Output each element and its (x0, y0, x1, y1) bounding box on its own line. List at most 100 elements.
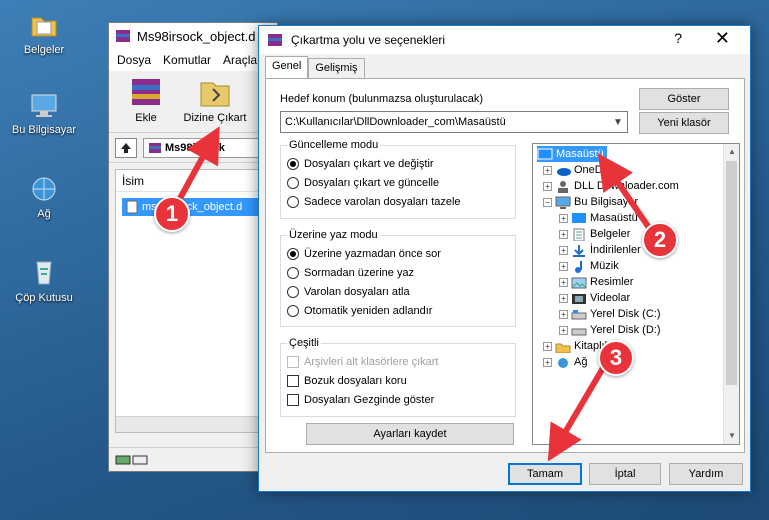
desktop-icon-label: Çöp Kutusu (15, 292, 73, 304)
add-label: Ekle (135, 112, 157, 124)
chevron-down-icon[interactable]: ▼ (609, 117, 627, 128)
expand-icon[interactable]: + (559, 325, 568, 335)
address-text: Ms98irsock (165, 141, 225, 154)
cancel-button[interactable]: İptal (589, 463, 661, 485)
update-option-replace[interactable]: Dosyaları çıkart ve değiştir (287, 158, 434, 170)
tree-item-documents[interactable]: + Belgeler (559, 226, 630, 242)
destination-combobox[interactable]: C:\Kullanıcılar\DllDownloader_com\Masaüs… (280, 111, 628, 133)
tree-item-this-pc[interactable]: − Bu Bilgisayar (543, 194, 638, 210)
menu-tools[interactable]: Araçla (223, 53, 257, 67)
recycle-bin-icon (36, 261, 52, 285)
help-title-button[interactable]: ? (674, 30, 682, 46)
tree-item-drive-d[interactable]: + Yerel Disk (D:) (559, 322, 661, 338)
destination-label: Hedef konum (bulunmazsa oluşturulacak) (280, 93, 483, 105)
tree-item-network[interactable]: + Ağ (543, 354, 587, 370)
tree-item-pictures[interactable]: + Resimler (559, 274, 633, 290)
general-panel: Hedef konum (bulunmazsa oluşturulacak) C… (265, 78, 745, 453)
desktop-icon-documents[interactable]: Belgeler (6, 10, 82, 56)
winrar-statusbar (109, 447, 277, 471)
radio-button[interactable] (287, 286, 299, 298)
checkbox (287, 356, 299, 368)
file-row[interactable]: ms98irsock_object.d (122, 198, 276, 216)
expand-icon[interactable]: + (559, 229, 568, 239)
expand-icon[interactable]: + (559, 293, 568, 303)
radio-button[interactable] (287, 196, 299, 208)
tree-item-onedrive[interactable]: + OneDrive (543, 162, 620, 178)
tab-general[interactable]: Genel (265, 56, 309, 78)
tree-item-label: Masaüstü (590, 212, 638, 224)
tab-advanced[interactable]: Gelişmiş (308, 58, 365, 78)
menu-commands[interactable]: Komutlar (163, 53, 211, 67)
step-badge-1: 1 (154, 196, 190, 232)
expand-icon[interactable]: + (559, 261, 568, 271)
desktop-icon-recycle-bin[interactable]: Çöp Kutusu (6, 256, 82, 304)
tree-item-drive-c[interactable]: + Yerel Disk (C:) (559, 306, 661, 322)
overwrite-option-ask[interactable]: Üzerine yazmadan önce sor (287, 248, 441, 260)
collapse-icon[interactable]: − (543, 197, 552, 207)
close-icon[interactable]: ✕ (715, 28, 730, 49)
overwrite-option-without-prompt[interactable]: Sormadan üzerine yaz (287, 267, 414, 279)
archive-icon (149, 142, 161, 153)
option-label: Dosyaları çıkart ve değiştir (304, 158, 434, 170)
folder-tree[interactable]: Masaüstü + OneDrive + DLL Downloader.com… (532, 143, 740, 445)
menu-file[interactable]: Dosya (117, 53, 151, 67)
scroll-up-icon[interactable]: ▲ (724, 144, 739, 160)
update-option-update[interactable]: Dosyaları çıkart ve güncelle (287, 177, 439, 189)
tree-item-label: Videolar (590, 292, 631, 304)
desktop-icon-network[interactable]: Ağ (6, 174, 82, 220)
tree-item-user[interactable]: + DLL Downloader.com (543, 178, 679, 194)
show-button[interactable]: Göster (639, 88, 729, 110)
misc-option-keep-broken[interactable]: Bozuk dosyaları koru (287, 375, 407, 387)
radio-button[interactable] (287, 177, 299, 189)
desktop-icon-this-pc[interactable]: Bu Bilgisayar (6, 92, 82, 136)
winrar-addressbar: Ms98irsock (109, 133, 277, 163)
tree-item-downloads[interactable]: + İndirilenler (559, 242, 641, 258)
radio-button[interactable] (287, 267, 299, 279)
radio-button[interactable] (287, 305, 299, 317)
tree-item-videos[interactable]: + Videolar (559, 290, 630, 306)
expand-icon[interactable]: + (543, 341, 552, 351)
tree-item-pc-desktop[interactable]: + Masaüstü (559, 210, 638, 226)
save-settings-button[interactable]: Ayarları kaydet (306, 423, 514, 445)
expand-icon[interactable]: + (543, 165, 552, 175)
step-badge-3: 3 (598, 340, 634, 376)
expand-icon[interactable]: + (559, 277, 568, 287)
misc-option-show-in-explorer[interactable]: Dosyaları Gezginde göster (287, 394, 434, 406)
checkbox[interactable] (287, 394, 299, 406)
expand-icon[interactable]: + (559, 309, 568, 319)
add-button[interactable]: Ekle (117, 75, 175, 128)
up-folder-button[interactable] (115, 137, 137, 158)
help-button[interactable]: Yardım (669, 463, 743, 485)
update-option-freshen[interactable]: Sadece varolan dosyaları tazele (287, 196, 461, 208)
column-header-name[interactable]: İsim (116, 170, 276, 192)
overwrite-option-rename[interactable]: Otomatik yeniden adlandır (287, 305, 432, 317)
tree-item-label: Masaüstü (556, 148, 604, 160)
expand-icon[interactable]: + (543, 357, 552, 367)
overwrite-option-skip[interactable]: Varolan dosyaları atla (287, 286, 410, 298)
desktop-icon (537, 148, 553, 159)
winrar-icon (268, 34, 282, 46)
expand-icon[interactable]: + (559, 245, 568, 255)
address-field[interactable]: Ms98irsock (143, 137, 277, 158)
desktop-icon (572, 212, 586, 223)
computer-icon (31, 94, 57, 117)
expand-icon[interactable]: + (543, 181, 552, 191)
expand-icon[interactable]: + (559, 213, 568, 223)
extract-to-button[interactable]: Dizine Çıkart (179, 75, 251, 128)
user-icon (558, 180, 568, 193)
radio-button[interactable] (287, 158, 299, 170)
tree-scrollbar[interactable]: ▲ ▼ (723, 144, 739, 444)
scroll-thumb[interactable] (726, 161, 737, 385)
winrar-toolbar: Ekle Dizine Çıkart (109, 71, 277, 133)
scroll-down-icon[interactable]: ▼ (724, 428, 739, 444)
option-label: Arşivleri alt klasörlere çıkart (304, 356, 439, 368)
tree-item-music[interactable]: + Müzik (559, 258, 619, 274)
ok-button[interactable]: Tamam (508, 463, 582, 485)
tree-item-label: Müzik (590, 260, 619, 272)
radio-button[interactable] (287, 248, 299, 260)
tree-item-label: Yerel Disk (C:) (590, 308, 661, 320)
horizontal-scrollbar[interactable] (116, 416, 276, 432)
tree-item-desktop[interactable]: Masaüstü (537, 146, 607, 162)
checkbox[interactable] (287, 375, 299, 387)
new-folder-button[interactable]: Yeni klasör (639, 112, 729, 134)
